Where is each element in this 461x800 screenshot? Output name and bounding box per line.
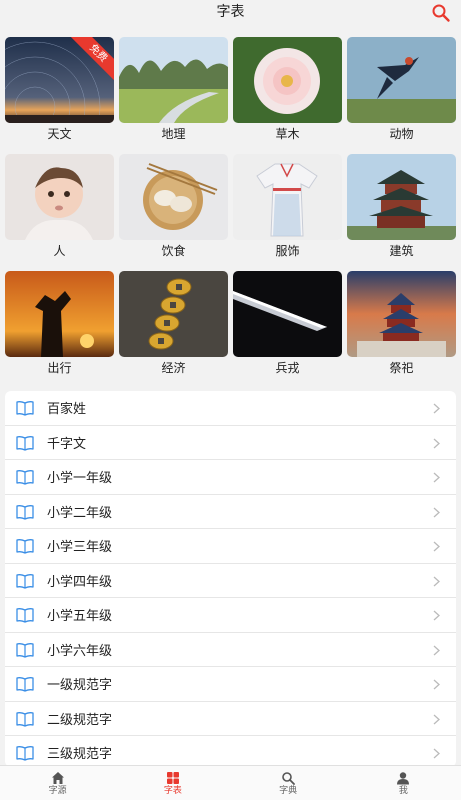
- list-item-label: 一级规范字: [47, 678, 113, 694]
- list-item-label: 千字文: [47, 436, 87, 452]
- category-animals[interactable]: 动物: [347, 37, 456, 145]
- list-item[interactable]: 小学三年级: [5, 529, 456, 564]
- tab-label: 我: [398, 786, 408, 796]
- book-icon: [16, 677, 34, 692]
- category-sacrifice[interactable]: 祭祀: [347, 271, 456, 379]
- chevron-right-icon: [433, 645, 440, 655]
- chevron-right-icon: [433, 438, 440, 448]
- book-icon: [16, 401, 34, 416]
- book-icon: [16, 573, 34, 589]
- chevron-right-icon: [433, 748, 440, 759]
- chevron-right-icon: [433, 472, 440, 483]
- search-icon[interactable]: [431, 3, 451, 23]
- category-people[interactable]: 人: [5, 154, 114, 262]
- book-icon: [16, 608, 34, 623]
- category-clothing[interactable]: 服饰: [233, 154, 342, 262]
- geography-image: [119, 37, 228, 123]
- character-list: 百家姓千字文小学一年级小学二年级小学三年级小学四年级小学五年级小学六年级一级规范…: [5, 391, 456, 767]
- search-icon: [282, 772, 296, 785]
- category-grid: 免费 天文 地理 草木 动物 人 饮食 服饰 建筑 出行 经济 兵戎 祭祀: [5, 37, 456, 379]
- animals-image: [347, 37, 456, 123]
- category-geography[interactable]: 地理: [119, 37, 228, 145]
- list-item[interactable]: 一级规范字: [5, 667, 456, 702]
- tab-dictionary[interactable]: 字典: [231, 766, 346, 800]
- category-travel[interactable]: 出行: [5, 271, 114, 379]
- military-image: [233, 271, 342, 357]
- page-title: 字表: [216, 4, 245, 20]
- tab-label: 字典: [279, 786, 298, 796]
- list-item[interactable]: 小学四年级: [5, 564, 456, 598]
- list-item[interactable]: 小学二年级: [5, 495, 456, 529]
- list-item[interactable]: 千字文: [5, 426, 456, 460]
- book-icon: [16, 435, 34, 451]
- category-label: 饮食: [161, 244, 186, 258]
- category-plants[interactable]: 草木: [233, 37, 342, 145]
- list-item-label: 二级规范字: [47, 712, 113, 728]
- book-icon: [16, 504, 34, 520]
- top-bar: 字表: [0, 0, 461, 26]
- category-label: 祭祀: [389, 361, 414, 375]
- category-economy[interactable]: 经济: [119, 271, 228, 379]
- list-item-label: 三级规范字: [47, 747, 113, 763]
- category-label: 出行: [47, 361, 72, 375]
- list-item-label: 小学六年级: [47, 643, 113, 659]
- list-item[interactable]: 小学六年级: [5, 633, 456, 667]
- category-label: 动物: [389, 127, 414, 141]
- category-architecture[interactable]: 建筑: [347, 154, 456, 262]
- category-label: 服饰: [275, 244, 300, 258]
- grid-icon: [166, 772, 179, 784]
- chevron-right-icon: [433, 610, 440, 621]
- list-item[interactable]: 小学一年级: [5, 460, 456, 495]
- book-icon: [16, 711, 34, 727]
- list-item[interactable]: 三级规范字: [5, 736, 456, 767]
- category-military[interactable]: 兵戎: [233, 271, 342, 379]
- category-label: 兵戎: [275, 361, 300, 375]
- food-image: [119, 154, 228, 240]
- list-item[interactable]: 二级规范字: [5, 702, 456, 736]
- user-icon: [397, 772, 410, 785]
- list-item-label: 小学三年级: [47, 540, 113, 556]
- chevron-right-icon: [433, 403, 440, 414]
- list-item-label: 小学一年级: [47, 471, 113, 487]
- travel-image: [5, 271, 114, 357]
- tab-origin[interactable]: 字源: [0, 766, 115, 800]
- sacrifice-image: [347, 271, 456, 357]
- list-item-label: 百家姓: [47, 402, 87, 418]
- people-image: [5, 154, 114, 240]
- tab-label: 字源: [48, 786, 67, 796]
- clothing-image: [233, 154, 342, 240]
- category-label: 经济: [161, 361, 186, 375]
- category-food[interactable]: 饮食: [119, 154, 228, 262]
- list-item-label: 小学四年级: [47, 574, 113, 590]
- category-label: 草木: [275, 127, 300, 141]
- tab-label: 字表: [163, 786, 182, 796]
- category-astronomy[interactable]: 免费 天文: [5, 37, 114, 145]
- book-icon: [16, 642, 34, 658]
- category-label: 地理: [161, 127, 186, 141]
- list-item-label: 小学五年级: [47, 609, 113, 625]
- category-label: 建筑: [389, 244, 414, 258]
- astronomy-image: 免费: [5, 37, 114, 123]
- book-icon: [16, 539, 34, 554]
- chevron-right-icon: [433, 576, 440, 586]
- tab-char-table[interactable]: 字表: [115, 766, 230, 800]
- plants-image: [233, 37, 342, 123]
- chevron-right-icon: [433, 507, 440, 517]
- home-icon: [51, 772, 64, 784]
- category-label: 天文: [47, 127, 72, 141]
- tab-bar: 字源 字表 字典 我: [0, 765, 461, 800]
- book-icon: [16, 470, 34, 485]
- category-label: 人: [53, 244, 66, 258]
- book-icon: [16, 746, 34, 761]
- chevron-right-icon: [433, 714, 440, 724]
- list-item[interactable]: 百家姓: [5, 391, 456, 426]
- architecture-image: [347, 154, 456, 240]
- list-item-label: 小学二年级: [47, 505, 113, 521]
- tab-me[interactable]: 我: [346, 766, 461, 800]
- chevron-right-icon: [433, 679, 440, 690]
- list-item[interactable]: 小学五年级: [5, 598, 456, 633]
- economy-image: [119, 271, 228, 357]
- chevron-right-icon: [433, 541, 440, 552]
